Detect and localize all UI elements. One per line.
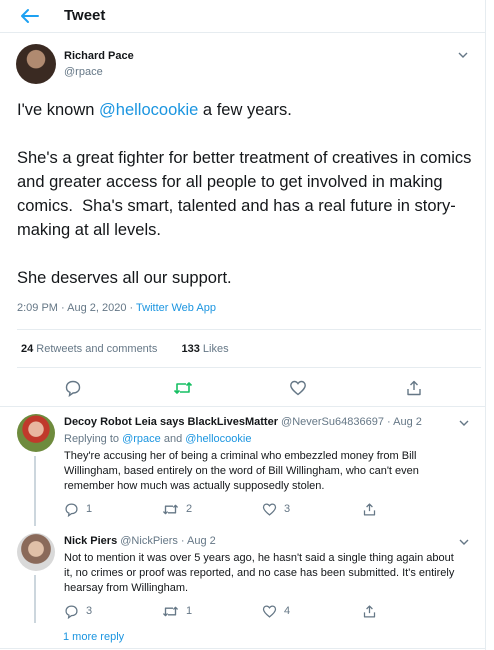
- reply-count: 3: [86, 605, 93, 617]
- like-count: 3: [284, 503, 291, 515]
- likes-stat[interactable]: 133 Likes: [182, 343, 229, 355]
- retweet-icon[interactable]: [162, 604, 179, 619]
- chevron-down-icon[interactable]: [457, 51, 469, 59]
- reply-count: 1: [86, 503, 93, 515]
- retweet-count: 2: [186, 503, 193, 515]
- retweet-icon[interactable]: [173, 379, 193, 397]
- reply-avatar[interactable]: [17, 533, 55, 571]
- reply-text: Not to mention it was over 5 years ago, …: [64, 552, 455, 594]
- reply-icon[interactable]: [64, 379, 82, 397]
- mention-link[interactable]: @hellocookie: [185, 433, 251, 445]
- tweet-page: Tweet Richard Pace @rpace I've known @he…: [0, 0, 486, 650]
- like-icon[interactable]: [289, 379, 307, 397]
- share-icon[interactable]: [362, 502, 377, 517]
- thread-line: [34, 575, 36, 623]
- divider: [17, 367, 481, 368]
- replying-to: Replying to @rpace and @hellocookie: [64, 433, 252, 445]
- reply-text: They're accusing her of being a criminal…: [64, 450, 419, 492]
- more-replies-link[interactable]: 1 more reply: [63, 631, 124, 643]
- mention-link[interactable]: @hellocookie: [99, 101, 198, 119]
- divider: [0, 648, 486, 649]
- reply-handle-date[interactable]: @NeverSu64836697 · Aug 2: [278, 416, 422, 428]
- author-name[interactable]: Richard Pace: [64, 50, 134, 62]
- share-icon[interactable]: [405, 379, 423, 397]
- chevron-down-icon[interactable]: [458, 419, 470, 427]
- back-arrow-icon[interactable]: [18, 7, 40, 25]
- divider: [0, 406, 486, 407]
- like-count: 4: [284, 605, 291, 617]
- reply-icon[interactable]: [64, 604, 79, 619]
- reply-icon[interactable]: [64, 502, 79, 517]
- chevron-down-icon[interactable]: [458, 538, 470, 546]
- reply-author: Decoy Robot Leia says BlackLivesMatter @…: [64, 416, 422, 428]
- tweet-app-link[interactable]: Twitter Web App: [136, 302, 216, 314]
- reply-author: Nick Piers @NickPiers · Aug 2: [64, 535, 216, 547]
- retweet-count: 1: [186, 605, 193, 617]
- mention-link[interactable]: @rpace: [122, 433, 161, 445]
- retweet-icon[interactable]: [162, 502, 179, 517]
- like-icon[interactable]: [262, 502, 277, 517]
- tweet-timestamp[interactable]: 2:09 PM · Aug 2, 2020 ·: [17, 302, 136, 314]
- author-handle[interactable]: @rpace: [64, 66, 103, 78]
- reply-author-name[interactable]: Nick Piers: [64, 535, 117, 547]
- retweets-stat[interactable]: 24 Retweets and comments: [21, 343, 157, 355]
- reply-author-name[interactable]: Decoy Robot Leia says BlackLivesMatter: [64, 416, 278, 428]
- divider: [17, 329, 481, 330]
- like-icon[interactable]: [262, 604, 277, 619]
- share-icon[interactable]: [362, 604, 377, 619]
- thread-line: [34, 456, 36, 526]
- tweet-meta: 2:09 PM · Aug 2, 2020 · Twitter Web App: [17, 302, 216, 314]
- tweet-text: I've known @hellocookie a few years. She…: [17, 101, 472, 287]
- reply-handle-date[interactable]: @NickPiers · Aug 2: [117, 535, 216, 547]
- author-avatar[interactable]: [16, 44, 56, 84]
- reply-avatar[interactable]: [17, 414, 55, 452]
- page-header: Tweet: [0, 0, 486, 33]
- tweet-stats: 24 Retweets and comments 133 Likes: [21, 343, 229, 355]
- page-title: Tweet: [64, 7, 106, 24]
